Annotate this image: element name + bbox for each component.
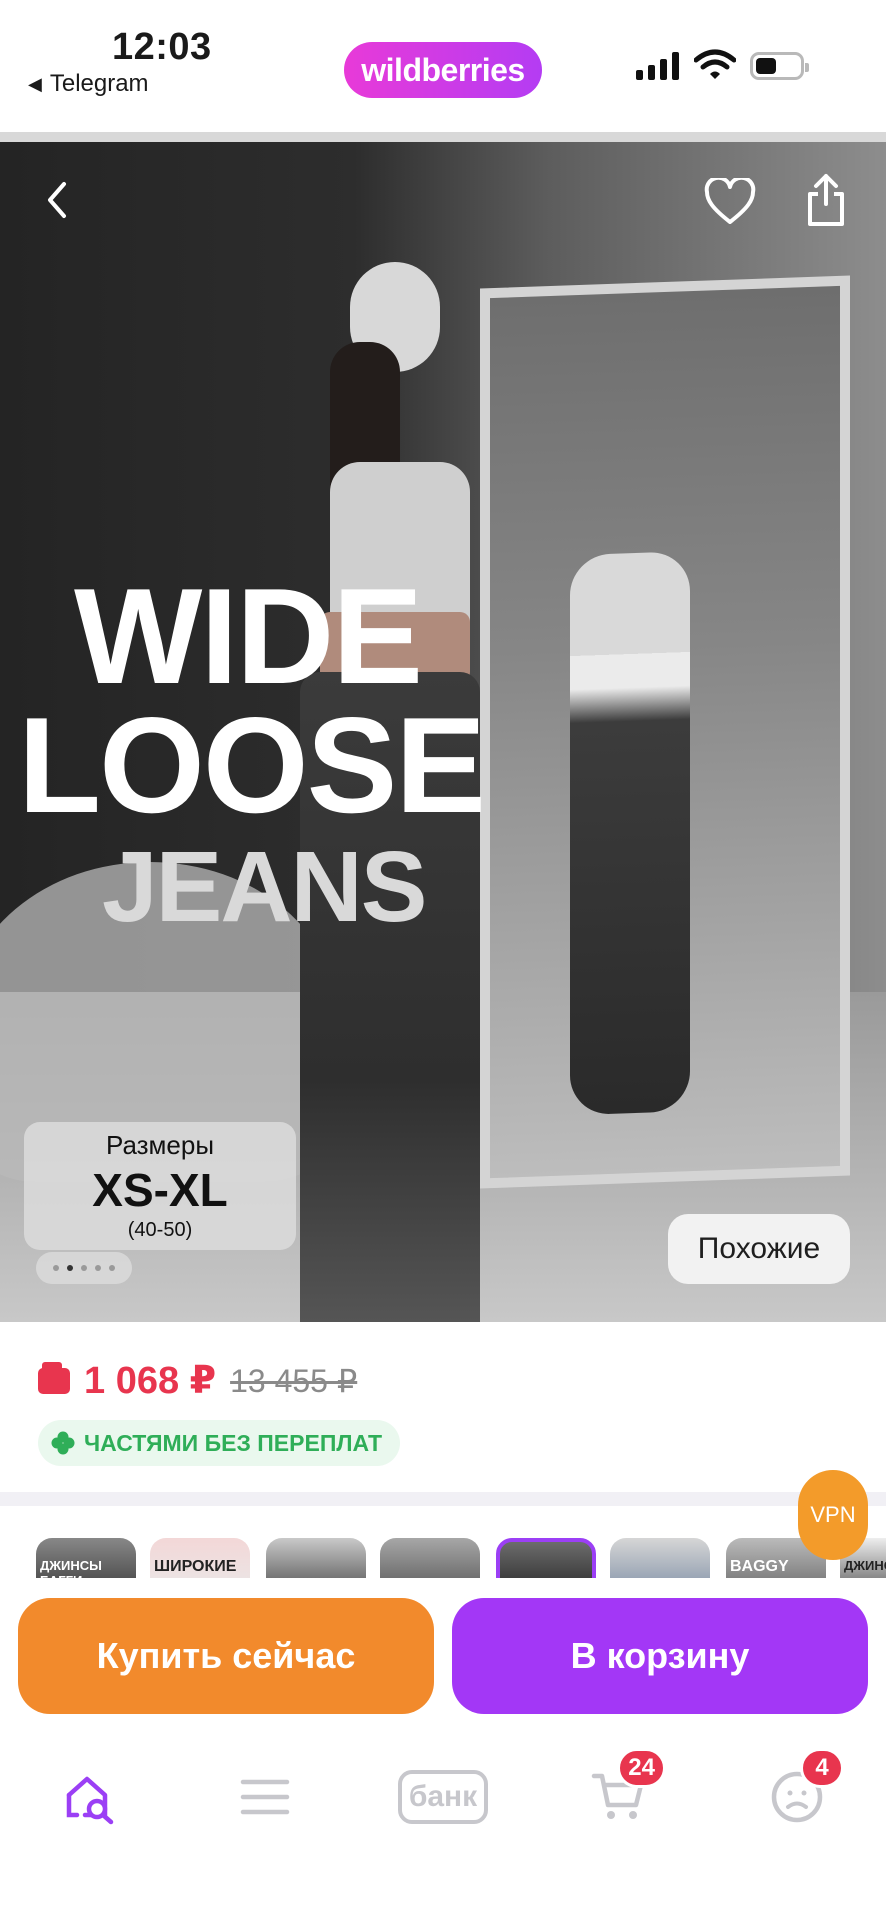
- sizes-badge: Размеры XS-XL (40-50): [24, 1122, 296, 1250]
- thumbnail-label: ДЖИНС: [844, 1558, 886, 1573]
- pager-dot: [95, 1265, 101, 1271]
- installments-badge[interactable]: ЧАСТЯМИ БЕЗ ПЕРЕПЛАТ: [38, 1420, 401, 1466]
- buy-now-button[interactable]: Купить сейчас: [18, 1598, 434, 1714]
- tab-bank[interactable]: банк: [398, 1762, 488, 1832]
- variant-thumbnail-selected[interactable]: [496, 1538, 596, 1578]
- bank-icon: банк: [398, 1770, 488, 1824]
- share-button[interactable]: [796, 168, 856, 232]
- cart-count-badge: 24: [617, 1748, 666, 1788]
- price-current: 1 068 ₽: [84, 1360, 217, 1402]
- thumbnail-label: ШИРОКИЕ: [154, 1558, 237, 1575]
- image-mirror: [480, 275, 850, 1189]
- favorite-button[interactable]: [700, 172, 760, 232]
- pager-dot: [109, 1265, 115, 1271]
- purchase-action-bar: Купить сейчас В корзину: [0, 1578, 886, 1718]
- carousel-pager: [36, 1252, 132, 1284]
- signal-icon: [636, 52, 679, 80]
- pager-dot: [53, 1265, 59, 1271]
- bottom-tab-bar: банк 24 4: [0, 1718, 886, 1920]
- price-row: 1 068 ₽ 13 455 ₽: [38, 1358, 357, 1403]
- add-to-cart-button[interactable]: В корзину: [452, 1598, 868, 1714]
- home-search-icon: [66, 1776, 114, 1825]
- sizes-numeric: (40-50): [127, 1219, 193, 1241]
- headline-line-2: LOOSE: [18, 689, 486, 842]
- heart-icon: [704, 178, 756, 224]
- product-image-carousel[interactable]: WIDE LOOSE JEANS Размеры XS-XL (40-50) П…: [0, 142, 886, 1322]
- tab-home[interactable]: [44, 1762, 134, 1832]
- wifi-icon: [694, 49, 736, 79]
- battery-icon: [750, 52, 809, 80]
- wallet-icon: [38, 1361, 70, 1394]
- status-time: 12:03: [112, 26, 212, 68]
- headline-line-3: JEANS: [102, 831, 427, 944]
- share-icon: [808, 174, 844, 226]
- menu-icon: [240, 1779, 290, 1815]
- variant-thumbnail[interactable]: ДЖИНСЫ БАГГИ: [36, 1538, 136, 1578]
- similar-button[interactable]: Похожие: [668, 1214, 850, 1284]
- variant-thumbnail[interactable]: [266, 1538, 366, 1578]
- headline-line-1: WIDE: [74, 560, 423, 712]
- profile-notification-badge: 4: [800, 1748, 844, 1788]
- wildberries-logo: wildberries: [344, 42, 542, 98]
- triangle-left-icon: ◀: [28, 73, 42, 94]
- tab-cart[interactable]: 24: [574, 1748, 666, 1832]
- back-button[interactable]: [30, 172, 86, 228]
- clover-icon: [51, 1431, 75, 1455]
- price-section: 1 068 ₽ 13 455 ₽ ЧАСТЯМИ БЕЗ ПЕРЕПЛАТ: [0, 1322, 886, 1492]
- pager-dot-active: [67, 1265, 73, 1271]
- tab-catalog[interactable]: [220, 1762, 310, 1832]
- thumbnail-label: BAGGY: [730, 1558, 789, 1575]
- thumbnail-label: ДЖИНСЫ БАГГИ: [40, 1558, 102, 1578]
- status-bar: 12:03 ◀ Telegram wildberries: [0, 0, 886, 132]
- sizes-title: Размеры: [105, 1130, 215, 1160]
- variant-thumbnail[interactable]: [610, 1538, 710, 1578]
- sizes-range: XS-XL: [92, 1164, 228, 1216]
- tab-profile[interactable]: 4: [752, 1748, 844, 1832]
- vpn-button[interactable]: VPN: [798, 1470, 868, 1560]
- header-divider: [0, 132, 886, 142]
- chevron-left-icon: [48, 182, 66, 218]
- back-app-label: Telegram: [49, 70, 149, 97]
- price-old: 13 455 ₽: [230, 1362, 358, 1399]
- pager-dot: [81, 1265, 87, 1271]
- variant-thumbnail[interactable]: [380, 1538, 480, 1578]
- variant-thumbnail[interactable]: ШИРОКИЕ: [150, 1538, 250, 1578]
- variant-thumbnails: ДЖИНСЫ БАГГИ ШИРОКИЕ BAGGY ДЖИНС: [0, 1506, 886, 1578]
- section-separator: [0, 1492, 886, 1506]
- back-to-telegram[interactable]: ◀ Telegram: [28, 70, 149, 98]
- installments-label: ЧАСТЯМИ БЕЗ ПЕРЕПЛАТ: [84, 1429, 383, 1456]
- promo-headline: WIDE LOOSE JEANS: [18, 560, 486, 944]
